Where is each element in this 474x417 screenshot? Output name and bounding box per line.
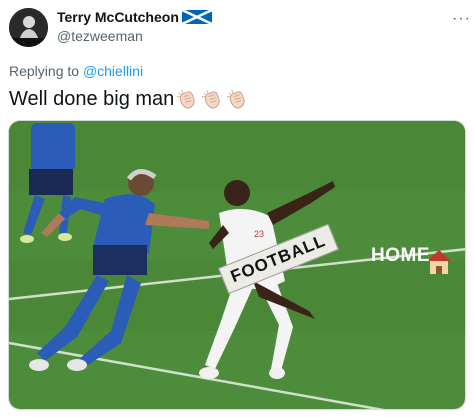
tweet-media[interactable]: 23 FOOTBALL HOME — [8, 120, 466, 410]
home-sticker-label: HOME — [371, 245, 430, 266]
avatar[interactable] — [9, 8, 48, 47]
tweet-text-body: Well done big man — [9, 88, 175, 110]
reply-context: Replying to @chiellini — [9, 63, 143, 79]
tweet-text: Well done big man — [9, 88, 251, 111]
author-display-name[interactable]: Terry McCutcheon — [57, 9, 179, 25]
scotland-flag-icon — [181, 8, 213, 26]
svg-text:23: 23 — [254, 229, 264, 239]
author-handle[interactable]: @tezweeman — [57, 28, 143, 44]
avatar-image — [9, 8, 48, 47]
clap-emoji-group — [176, 88, 251, 111]
reply-prefix: Replying to — [9, 63, 80, 79]
reply-mention-link[interactable]: @chiellini — [83, 63, 143, 79]
clapping-hands-icon — [202, 89, 220, 109]
clapping-hands-icon — [177, 89, 195, 109]
more-options-icon[interactable]: ··· — [452, 10, 471, 28]
clapping-hands-icon — [227, 89, 245, 109]
home-sticker: HOME — [371, 245, 430, 267]
author-name-row: Terry McCutcheon — [57, 8, 213, 26]
